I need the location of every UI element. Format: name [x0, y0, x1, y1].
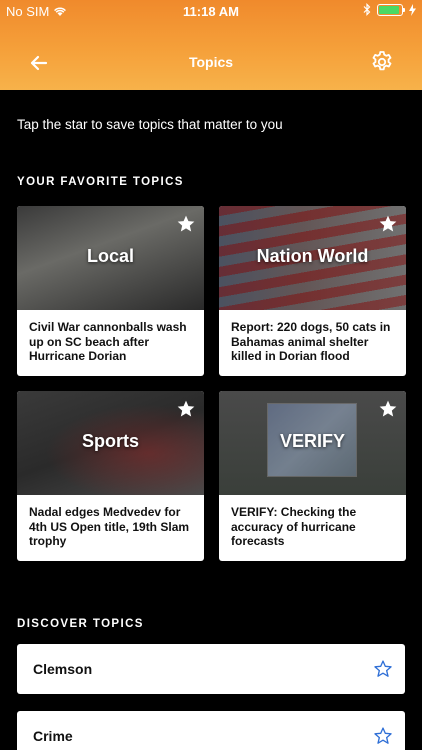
- star-outline-icon[interactable]: [373, 659, 393, 679]
- topic-card-verify[interactable]: VERIFY VERIFY: Checking the accuracy of …: [219, 391, 406, 561]
- star-filled-icon[interactable]: [176, 214, 196, 234]
- charging-icon: [409, 3, 416, 16]
- header: No SIM 11:18 AM Topics: [0, 0, 422, 90]
- star-filled-icon[interactable]: [378, 399, 398, 419]
- bluetooth-icon: [363, 3, 371, 16]
- topic-name: VERIFY: [279, 431, 345, 451]
- topic-card-sports[interactable]: Sports Nadal edges Medvedev for 4th US O…: [17, 391, 204, 561]
- battery-icon: [377, 3, 405, 16]
- favorites-heading: YOUR FAVORITE TOPICS: [17, 176, 184, 188]
- navbar: Topics: [0, 40, 422, 84]
- gear-icon[interactable]: [370, 50, 394, 74]
- topic-name: Nation World: [256, 246, 369, 266]
- star-filled-icon[interactable]: [378, 214, 398, 234]
- status-bar: No SIM 11:18 AM: [0, 0, 422, 22]
- topic-card-local[interactable]: Local Civil War cannonballs wash up on S…: [17, 206, 204, 376]
- star-filled-icon[interactable]: [176, 399, 196, 419]
- status-right: [363, 3, 416, 16]
- card-headline[interactable]: Report: 220 dogs, 50 cats in Bahamas ani…: [231, 320, 396, 364]
- battery-fill: [379, 5, 399, 14]
- topic-label: Clemson: [33, 661, 93, 677]
- discover-heading: DISCOVER TOPICS: [17, 618, 144, 630]
- card-headline[interactable]: Nadal edges Medvedev for 4th US Open tit…: [29, 505, 194, 549]
- status-time: 11:18 AM: [183, 4, 239, 19]
- topic-name: Local: [86, 246, 134, 266]
- topic-label: Crime: [33, 728, 73, 744]
- star-outline-icon[interactable]: [373, 726, 393, 746]
- card-headline[interactable]: VERIFY: Checking the accuracy of hurrica…: [231, 505, 396, 549]
- page-title: Topics: [188, 54, 234, 70]
- discover-item-clemson[interactable]: Clemson: [17, 644, 405, 694]
- topic-name: Sports: [81, 431, 139, 451]
- intro-text: Tap the star to save topics that matter …: [17, 117, 283, 132]
- topic-card-nation-world[interactable]: Nation World Report: 220 dogs, 50 cats i…: [219, 206, 406, 376]
- discover-item-crime[interactable]: Crime: [17, 711, 405, 750]
- card-headline[interactable]: Civil War cannonballs wash up on SC beac…: [29, 320, 194, 364]
